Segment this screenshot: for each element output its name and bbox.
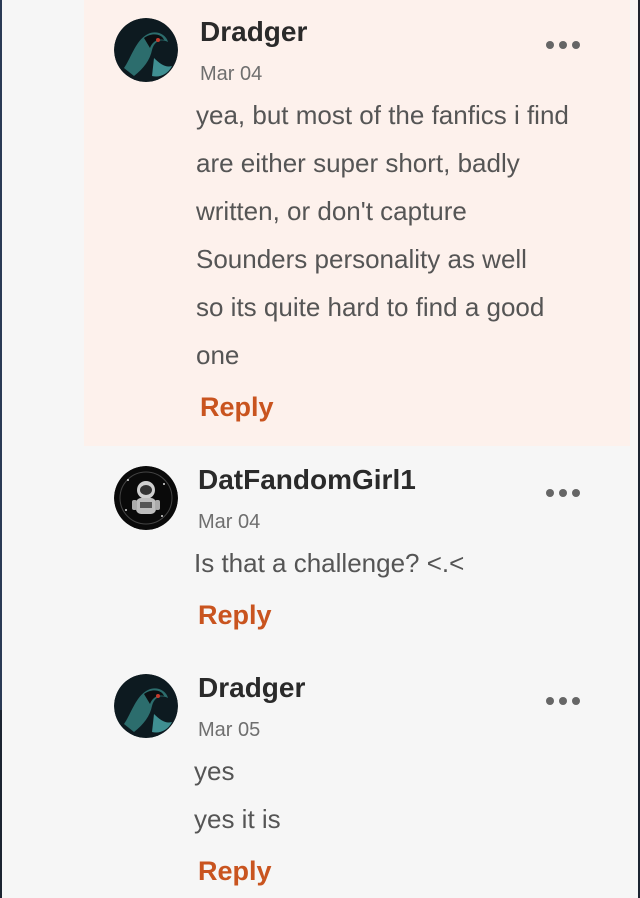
more-options-icon[interactable] bbox=[546, 695, 580, 707]
comment-text-line: yea, but most of the fanfics i find bbox=[196, 100, 569, 130]
dark-creature-avatar-icon bbox=[114, 18, 178, 82]
dark-creature-avatar-icon bbox=[114, 674, 178, 738]
avatar[interactable] bbox=[114, 466, 178, 530]
reply-button[interactable]: Reply bbox=[198, 600, 272, 631]
comment-thread: Dradger Mar 04 yea, but most of the fanf… bbox=[2, 0, 638, 898]
avatar[interactable] bbox=[114, 18, 178, 82]
username[interactable]: DatFandomGirl1 bbox=[198, 464, 416, 496]
avatar[interactable] bbox=[114, 674, 178, 738]
comment-text-line: Is that a challenge? <.< bbox=[194, 548, 465, 578]
reply-button[interactable]: Reply bbox=[198, 856, 272, 887]
reply-button[interactable]: Reply bbox=[200, 392, 274, 423]
comment-item: DatFandomGirl1 Mar 04 Is that a challeng… bbox=[2, 446, 638, 656]
comment-text-line: written, or don't capture bbox=[196, 196, 467, 226]
more-options-icon[interactable] bbox=[546, 487, 580, 499]
astronaut-avatar-icon bbox=[114, 466, 178, 530]
comment-text-line: yes bbox=[194, 756, 235, 786]
comment-date: Mar 04 bbox=[198, 511, 261, 533]
comment-text-line: so its quite hard to find a good bbox=[196, 292, 545, 322]
comment-date: Mar 04 bbox=[200, 63, 263, 85]
username[interactable]: Dradger bbox=[198, 672, 305, 704]
comment-item: Dradger Mar 04 yea, but most of the fanf… bbox=[84, 0, 630, 446]
comment-date: Mar 05 bbox=[198, 719, 261, 741]
more-options-icon[interactable] bbox=[546, 39, 580, 51]
comment-item: Dradger Mar 05 yes yes it is Reply bbox=[2, 656, 638, 898]
comment-text-line: yes it is bbox=[194, 804, 281, 834]
comment-text-line: Sounders personality as well bbox=[196, 244, 527, 274]
username[interactable]: Dradger bbox=[200, 16, 307, 48]
comment-text-line: one bbox=[196, 340, 240, 370]
comment-text-line: are either super short, badly bbox=[196, 148, 520, 178]
